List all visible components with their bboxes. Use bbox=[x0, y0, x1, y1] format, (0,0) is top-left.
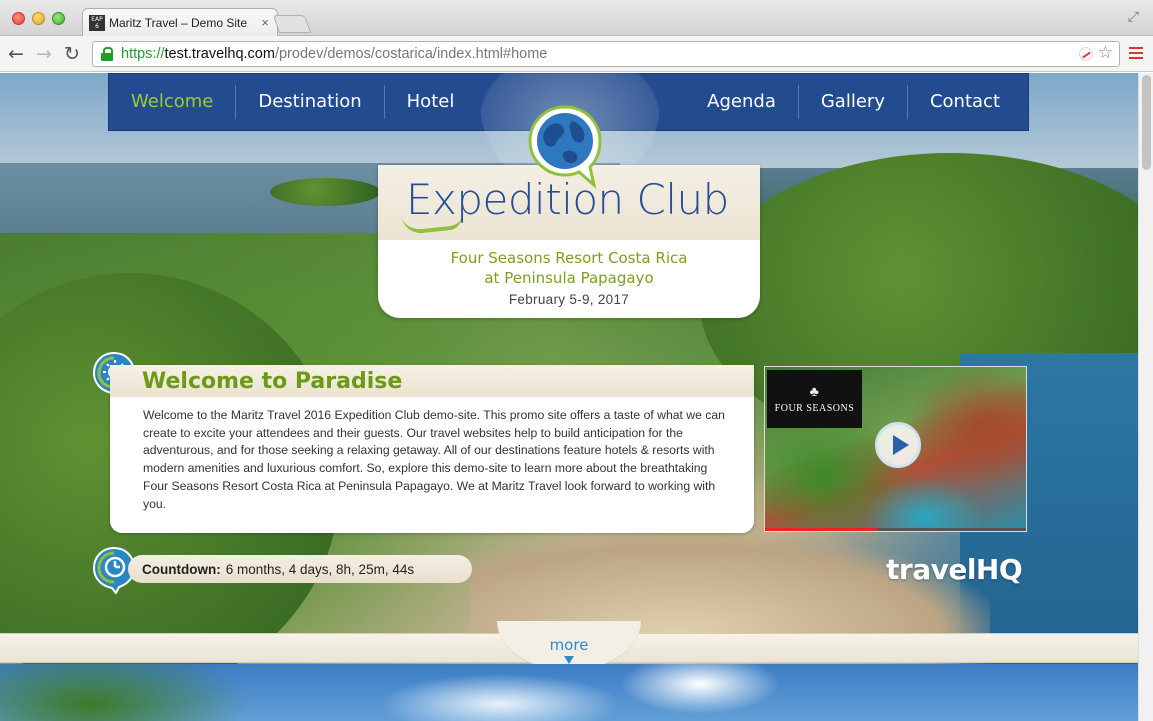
browser-tab[interactable]: EAP 6 Maritz Travel – Demo Site × bbox=[82, 8, 278, 37]
more-link[interactable]: more bbox=[497, 636, 641, 654]
nav-welcome[interactable]: Welcome bbox=[109, 85, 237, 119]
countdown-value: 6 months, 4 days, 8h, 25m, 44s bbox=[225, 561, 415, 577]
page-viewport: Welcome Destination Hotel Agenda Gallery… bbox=[0, 73, 1138, 721]
logo-subtitle-line2: at Peninsula Papagayo bbox=[484, 269, 654, 287]
forward-arrow-icon[interactable]: → bbox=[36, 43, 52, 65]
globe-icon bbox=[528, 105, 602, 189]
promo-video[interactable]: ♣ Four Seasons bbox=[764, 366, 1027, 532]
extension-icon[interactable] bbox=[1079, 47, 1093, 61]
countdown: Countdown: 6 months, 4 days, 8h, 25m, 44… bbox=[128, 555, 472, 583]
nav-agenda[interactable]: Agenda bbox=[685, 85, 799, 119]
close-window-icon[interactable] bbox=[12, 12, 25, 25]
welcome-section: Welcome to Paradise Welcome to the Marit… bbox=[110, 365, 754, 533]
travelhq-logo[interactable]: travelHQ bbox=[886, 553, 1023, 586]
fullscreen-icon[interactable]: ⤢ bbox=[1128, 8, 1139, 25]
minimize-window-icon[interactable] bbox=[32, 12, 45, 25]
menu-icon[interactable] bbox=[1129, 47, 1143, 59]
nav-contact[interactable]: Contact bbox=[908, 85, 1028, 119]
welcome-text: Welcome to the Maritz Travel 2016 Expedi… bbox=[143, 408, 725, 511]
page-scrollbar[interactable] bbox=[1138, 73, 1153, 721]
countdown-label: Countdown: bbox=[142, 561, 221, 577]
welcome-title: Welcome to Paradise bbox=[142, 368, 403, 394]
logo-subtitle-line1: Four Seasons Resort Costa Rica bbox=[450, 249, 688, 267]
url-host: test.travelhq.com bbox=[164, 46, 275, 62]
browser-toolbar: ← → ↻ https:// test.travelhq.com /prodev… bbox=[0, 36, 1153, 72]
zoom-window-icon[interactable] bbox=[52, 12, 65, 25]
four-seasons-logo: ♣ Four Seasons bbox=[767, 370, 862, 428]
chevron-down-icon[interactable] bbox=[564, 656, 574, 664]
nav-hotel[interactable]: Hotel bbox=[385, 85, 477, 119]
tab-title: Maritz Travel – Demo Site bbox=[109, 16, 248, 30]
nav-gallery[interactable]: Gallery bbox=[799, 85, 908, 119]
address-bar[interactable]: https:// test.travelhq.com /prodev/demos… bbox=[92, 41, 1120, 67]
next-section-image bbox=[0, 664, 1138, 721]
video-progress-bar[interactable] bbox=[765, 528, 1026, 531]
bookmark-star-icon[interactable]: ☆ bbox=[1098, 43, 1113, 63]
browser-tab-bar: EAP 6 Maritz Travel – Demo Site × ⤢ bbox=[0, 0, 1153, 37]
event-dates: February 5-9, 2017 bbox=[508, 292, 630, 307]
lock-icon bbox=[101, 47, 113, 61]
four-seasons-tree-icon: ♣ bbox=[809, 384, 820, 400]
tab-close-icon[interactable]: × bbox=[261, 15, 269, 30]
scrollbar-thumb[interactable] bbox=[1142, 75, 1151, 170]
url-path: /prodev/demos/costarica/index.html#home bbox=[274, 46, 548, 62]
play-button[interactable] bbox=[875, 422, 921, 468]
nav-destination[interactable]: Destination bbox=[236, 85, 385, 119]
reload-icon[interactable]: ↻ bbox=[64, 43, 80, 65]
video-progress-fill bbox=[765, 528, 878, 531]
url-scheme: https:// bbox=[121, 46, 165, 62]
back-arrow-icon[interactable]: ← bbox=[8, 43, 24, 65]
tab-favicon: EAP 6 bbox=[89, 15, 105, 31]
video-brand: Four Seasons bbox=[774, 402, 855, 414]
island bbox=[270, 178, 380, 206]
new-tab-button[interactable] bbox=[272, 15, 312, 33]
